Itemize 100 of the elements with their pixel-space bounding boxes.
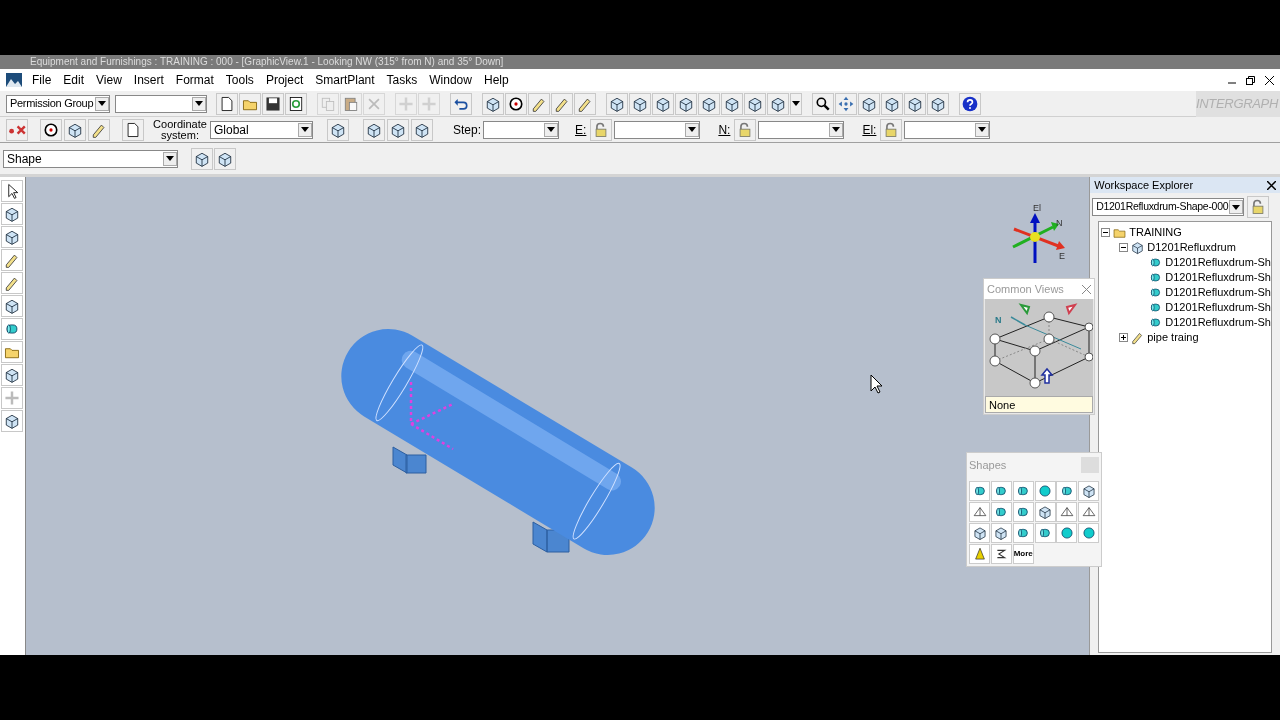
toolbar-button[interactable] [1, 203, 24, 225]
permission-group-dropdown[interactable]: Permission Group [6, 94, 110, 113]
toolbar-button[interactable] [606, 92, 628, 115]
elevation-field[interactable] [904, 120, 991, 139]
local-axis-drawing [409, 380, 455, 451]
toolbar-button[interactable] [285, 92, 307, 115]
toolbar-button[interactable] [1, 364, 24, 386]
toolbar-button[interactable] [216, 92, 238, 115]
caret-icon [195, 101, 203, 106]
filter-dropdown[interactable]: D1201Refluxdrum-Shape-000 [1092, 198, 1245, 216]
menu-item[interactable]: Tasks [380, 71, 424, 89]
toolbar-button[interactable] [698, 92, 720, 115]
toolbar-button[interactable] [191, 147, 213, 170]
menu-item[interactable]: Format [169, 71, 220, 89]
collapse-icon[interactable] [1119, 243, 1129, 252]
toolbar-button[interactable] [64, 118, 86, 141]
toolbar-button[interactable] [450, 92, 472, 115]
toolbar-button[interactable] [387, 118, 409, 141]
shape-button[interactable] [990, 502, 1012, 522]
collapse-icon[interactable] [1101, 228, 1111, 237]
tree-item[interactable]: D1201Refluxdrum-Sh [1165, 254, 1271, 271]
shape-button[interactable] [1012, 481, 1034, 501]
toolbar-button[interactable] [363, 118, 385, 141]
toolbar-button[interactable] [675, 92, 697, 115]
easting-field[interactable] [614, 120, 701, 139]
shape-button[interactable] [990, 481, 1012, 501]
caret-icon [688, 127, 697, 132]
toolbar-button[interactable] [959, 92, 981, 115]
toolbar-button[interactable] [1, 295, 24, 317]
toolbar-button[interactable] [858, 92, 880, 115]
step-dropdown[interactable] [483, 120, 560, 139]
menu-item[interactable]: SmartPlant [309, 71, 381, 89]
panel-title: Common Views [987, 281, 1064, 297]
toolbar-button[interactable] [1, 226, 24, 248]
caret-icon [1232, 204, 1241, 210]
save-icon [264, 94, 282, 113]
tree-item[interactable]: D1201Refluxdrum-Sh [1165, 299, 1271, 316]
caret-icon [98, 101, 106, 106]
toolbar-button[interactable] [881, 92, 903, 115]
shape-button[interactable] [1056, 481, 1078, 501]
dropdown-button[interactable] [790, 92, 802, 115]
caret-icon [832, 127, 841, 132]
expand-icon[interactable] [1119, 333, 1129, 342]
toolbar-button[interactable] [812, 92, 834, 115]
toolbar-button[interactable] [652, 92, 674, 115]
toolbar-button[interactable] [214, 147, 236, 170]
menu-item[interactable]: Project [259, 71, 310, 89]
menu-item[interactable]: Edit [57, 71, 91, 89]
toolbar-button[interactable] [904, 92, 926, 115]
cube-icon [1130, 240, 1146, 255]
shape-button[interactable] [990, 544, 1012, 564]
axis-label: El [1032, 203, 1041, 213]
tree-item[interactable]: D1201Refluxdrum-Sh [1165, 284, 1271, 301]
toolbar-button[interactable] [1, 180, 24, 202]
toolbar-button[interactable] [767, 92, 789, 115]
toolbar-button[interactable] [629, 92, 651, 115]
more-button[interactable]: More [1012, 544, 1034, 564]
dropdown-field[interactable] [115, 94, 207, 113]
toolbar-button[interactable] [411, 118, 433, 141]
menu-item[interactable]: Tools [219, 71, 260, 89]
tree-item[interactable]: D1201Refluxdrum-Sh [1165, 314, 1271, 331]
shape-button[interactable] [969, 481, 990, 501]
cube-icon [1037, 504, 1053, 520]
shape-button[interactable] [1012, 523, 1034, 543]
menu-item[interactable]: File [26, 71, 58, 89]
toolbar-button[interactable] [482, 92, 504, 115]
menu-item[interactable]: View [90, 71, 128, 89]
toolbar-button[interactable] [262, 92, 284, 115]
cube-icon [971, 525, 988, 541]
close-icon[interactable] [1265, 75, 1274, 85]
tree-item[interactable]: pipe traing [1147, 329, 1199, 346]
coordinate-system-dropdown[interactable]: Global [210, 120, 313, 139]
coordinate-label: El: [862, 121, 877, 139]
shape-button[interactable] [1034, 523, 1056, 543]
toolbar-button[interactable] [40, 118, 62, 141]
toolbar-button[interactable] [721, 92, 743, 115]
restore-icon[interactable] [1246, 75, 1255, 85]
tree-item[interactable]: D1201Refluxdrum-Sh [1165, 269, 1271, 286]
toolbar-button[interactable] [327, 118, 349, 141]
toolbar-button[interactable] [122, 118, 144, 141]
toolbar-button[interactable] [505, 92, 527, 115]
pan-icon [837, 94, 855, 113]
northing-field[interactable] [758, 120, 845, 139]
menu-item[interactable]: Window [423, 71, 478, 89]
menu-item[interactable]: Insert [127, 71, 170, 89]
tree-item[interactable]: D1201Refluxdrum [1147, 239, 1236, 256]
toolbar-button[interactable] [1, 410, 24, 432]
menu-item[interactable]: Help [477, 71, 515, 89]
window-title: Equipment and Furnishings : TRAINING : 000 - [GraphicView.1 - Looking NW (315° from N) and 35° Down] [30, 56, 504, 68]
close-icon[interactable] [1267, 180, 1276, 190]
axis-label: E [1058, 251, 1065, 261]
locate-filter-dropdown[interactable]: Shape [3, 149, 178, 168]
shape-button[interactable] [1012, 502, 1034, 522]
axis-triad-drawing [1012, 213, 1065, 263]
tree-item[interactable]: TRAINING [1129, 224, 1182, 241]
toolbar-button[interactable] [927, 92, 949, 115]
sphere-icon [1037, 483, 1053, 499]
toolbar-button[interactable] [744, 92, 766, 115]
dot-cross-icon [8, 124, 26, 135]
caret-icon [301, 127, 309, 132]
